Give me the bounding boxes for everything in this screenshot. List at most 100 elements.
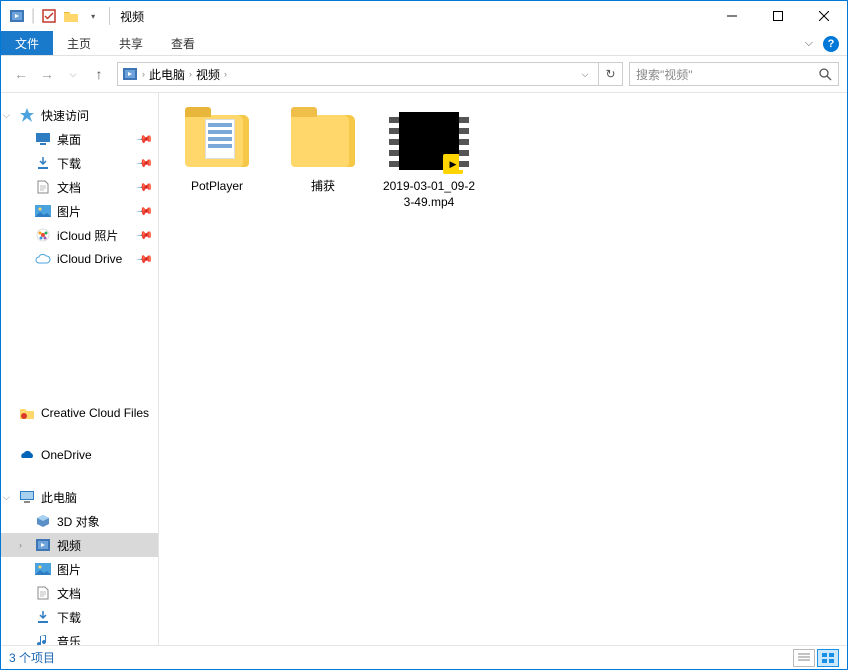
music-icon <box>35 633 51 645</box>
video-file-item[interactable]: ▶ 2019-03-01_09-23-49.mp4 <box>381 107 477 210</box>
sidebar-item-label: 图片 <box>57 561 81 578</box>
search-input[interactable]: 搜索"视频" <box>629 62 839 86</box>
maximize-button[interactable] <box>755 1 801 31</box>
qat-dropdown-icon[interactable]: ▾ <box>85 8 101 24</box>
sidebar-item-pictures-pc[interactable]: 图片 <box>1 557 158 581</box>
document-icon <box>35 179 51 195</box>
qat-icons: | ▾ <box>9 7 101 25</box>
sidebar-item-label: 快速访问 <box>41 107 89 124</box>
details-view-button[interactable] <box>793 649 815 667</box>
icloud-drive-icon <box>35 251 51 267</box>
sidebar-item-desktop[interactable]: 桌面 📌 <box>1 127 158 151</box>
up-button[interactable]: ↑ <box>87 62 111 86</box>
item-label: PotPlayer <box>191 179 243 195</box>
sidebar-item-label: 音乐 <box>57 633 81 646</box>
window-controls <box>709 1 847 31</box>
nav-pane[interactable]: ⌵ 快速访问 桌面 📌 下载 📌 文档 📌 图片 <box>1 93 159 645</box>
folder-qat-icon[interactable] <box>63 8 79 24</box>
picture-icon <box>35 203 51 219</box>
properties-icon[interactable] <box>41 8 57 24</box>
video-library-icon <box>9 8 25 24</box>
qat-separator: | <box>31 7 35 25</box>
3d-objects-icon <box>35 513 51 529</box>
window-title: 视频 <box>120 8 144 25</box>
folder-item[interactable]: PotPlayer <box>169 107 265 210</box>
sidebar-item-label: Creative Cloud Files <box>41 406 149 420</box>
download-icon <box>35 155 51 171</box>
icons-view-button[interactable] <box>817 649 839 667</box>
status-bar: 3 个项目 <box>1 645 847 669</box>
recent-dropdown-icon[interactable]: ⌵ <box>61 62 85 86</box>
video-library-icon <box>122 66 138 82</box>
sidebar-item-label: 文档 <box>57 179 81 196</box>
sidebar-item-label: OneDrive <box>41 448 92 462</box>
address-dropdown-icon[interactable]: ⌵ <box>576 69 594 80</box>
chevron-right-icon[interactable]: › <box>19 540 22 550</box>
refresh-button[interactable]: ↻ <box>599 62 623 86</box>
creative-cloud-icon <box>19 405 35 421</box>
sidebar-quick-access[interactable]: ⌵ 快速访问 <box>1 103 158 127</box>
sidebar-item-documents[interactable]: 文档 📌 <box>1 175 158 199</box>
chevron-right-icon[interactable]: › <box>142 69 145 79</box>
sidebar-this-pc[interactable]: ⌵ 此电脑 <box>1 485 158 509</box>
chevron-right-icon[interactable]: › <box>224 69 227 79</box>
pin-icon: 📌 <box>136 130 155 149</box>
chevron-down-icon[interactable]: ⌵ <box>3 492 10 503</box>
breadcrumb-this-pc[interactable]: 此电脑 <box>149 66 185 83</box>
tab-view[interactable]: 查看 <box>157 31 209 55</box>
pin-icon: 📌 <box>136 178 155 197</box>
breadcrumb-videos[interactable]: 视频 <box>196 66 220 83</box>
sidebar-item-pictures[interactable]: 图片 📌 <box>1 199 158 223</box>
item-label: 2019-03-01_09-23-49.mp4 <box>381 179 477 210</box>
sidebar-item-3d-objects[interactable]: 3D 对象 <box>1 509 158 533</box>
minimize-button[interactable] <box>709 1 755 31</box>
sidebar-item-downloads[interactable]: 下载 📌 <box>1 151 158 175</box>
sidebar-item-label: 3D 对象 <box>57 513 100 530</box>
sidebar-item-icloud-photos[interactable]: iCloud 照片 📌 <box>1 223 158 247</box>
search-icon[interactable] <box>818 67 832 81</box>
sidebar-item-label: 文档 <box>57 585 81 602</box>
item-label: 捕获 <box>311 179 335 195</box>
video-library-icon <box>35 537 51 553</box>
tab-file[interactable]: 文件 <box>1 31 53 55</box>
address-bar[interactable]: › 此电脑 › 视频 › ⌵ <box>117 62 599 86</box>
ribbon-dropdown-icon[interactable]: ⌵ <box>805 37 813 50</box>
item-count: 3 个项目 <box>9 649 55 666</box>
content-area[interactable]: PotPlayer 捕获 ▶ 2019-03-01_09-23-49.mp4 <box>159 93 847 645</box>
chevron-right-icon[interactable]: › <box>189 69 192 79</box>
sidebar-onedrive[interactable]: OneDrive <box>1 443 158 467</box>
sidebar-item-music[interactable]: 音乐 <box>1 629 158 645</box>
folder-item[interactable]: 捕获 <box>275 107 371 210</box>
sidebar-item-documents-pc[interactable]: 文档 <box>1 581 158 605</box>
pin-icon: 📌 <box>136 226 155 245</box>
chevron-down-icon[interactable]: ⌵ <box>3 110 10 121</box>
sidebar-item-videos[interactable]: › 视频 <box>1 533 158 557</box>
forward-button[interactable]: → <box>35 62 59 86</box>
sidebar-item-downloads-pc[interactable]: 下载 <box>1 605 158 629</box>
desktop-icon <box>35 131 51 147</box>
pin-icon: 📌 <box>136 202 155 221</box>
sidebar-creative-cloud[interactable]: Creative Cloud Files <box>1 401 158 425</box>
star-icon <box>19 107 35 123</box>
icloud-photos-icon <box>35 227 51 243</box>
sidebar-item-label: 图片 <box>57 203 81 220</box>
sidebar-item-label: iCloud Drive <box>57 252 122 266</box>
nav-bar: ← → ⌵ ↑ › 此电脑 › 视频 › ⌵ ↻ 搜索"视频" <box>1 56 847 92</box>
ribbon-tabs: 文件 主页 共享 查看 ⌵ ? <box>1 31 847 56</box>
help-icon[interactable]: ? <box>823 36 839 52</box>
sidebar-item-label: 桌面 <box>57 131 81 148</box>
computer-icon <box>19 489 35 505</box>
tab-home[interactable]: 主页 <box>53 31 105 55</box>
sidebar-item-label: iCloud 照片 <box>57 227 118 244</box>
play-badge-icon: ▶ <box>443 154 463 174</box>
sidebar-item-label: 视频 <box>57 537 81 554</box>
sidebar-item-label: 此电脑 <box>41 489 77 506</box>
title-separator <box>109 7 110 25</box>
sidebar-item-icloud-drive[interactable]: iCloud Drive 📌 <box>1 247 158 271</box>
back-button[interactable]: ← <box>9 62 33 86</box>
document-icon <box>35 585 51 601</box>
download-icon <box>35 609 51 625</box>
close-button[interactable] <box>801 1 847 31</box>
titlebar[interactable]: | ▾ 视频 <box>1 1 847 31</box>
tab-share[interactable]: 共享 <box>105 31 157 55</box>
